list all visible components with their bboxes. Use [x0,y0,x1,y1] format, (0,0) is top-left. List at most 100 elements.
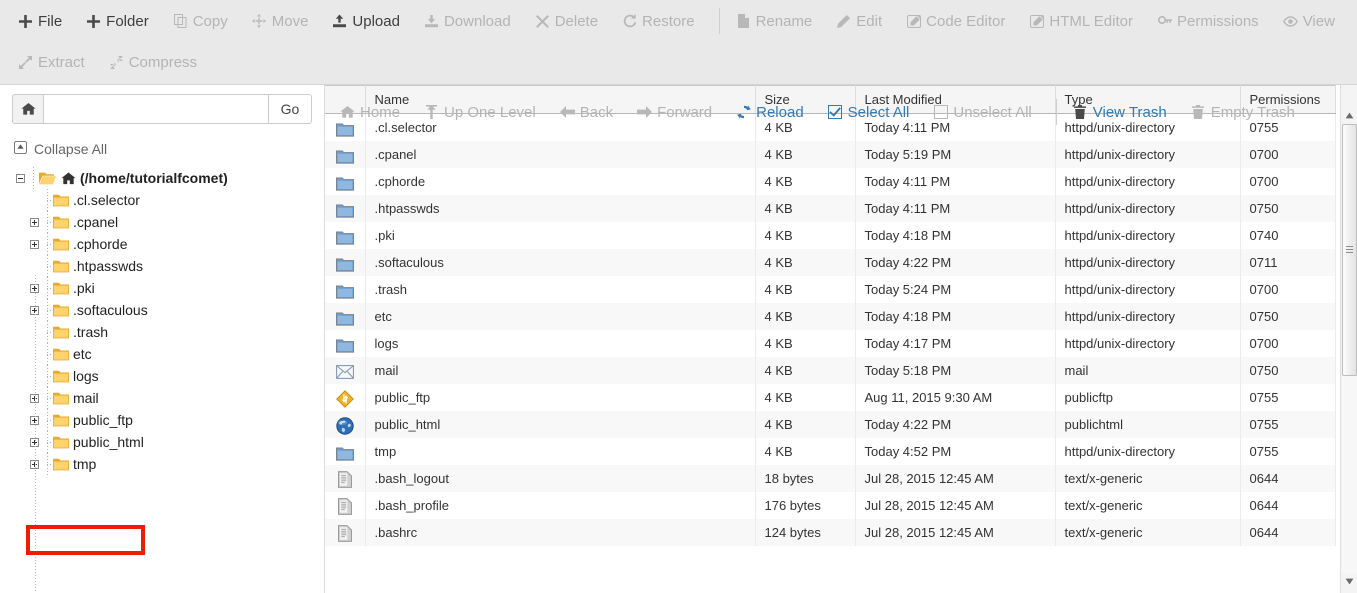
tree-node-hometutorialfcomet[interactable]: (/home/tutorialfcomet) [14,167,324,189]
file-name-cell[interactable]: .cpanel [365,141,755,168]
navbar-button-up-one-level[interactable]: Up One Level [420,102,546,123]
expand-toggle-icon[interactable] [28,238,41,251]
tree-node-label: public_ftp [73,412,133,428]
tree-node-label: .pki [73,280,95,296]
tree-node-pki[interactable]: .pki [14,277,324,299]
expand-toggle-icon[interactable] [28,436,41,449]
tree-node-cphorde[interactable]: .cphorde [14,233,324,255]
file-name-cell[interactable]: .pki [365,222,755,249]
navbar-button-back[interactable]: Back [556,102,623,123]
file-type-cell: mail [1055,357,1240,384]
expand-toggle-icon[interactable] [28,304,41,317]
navbar-button-forward[interactable]: Forward [633,102,722,123]
folder-icon [325,168,365,195]
toolbar-divider [719,8,720,34]
file-type-cell: httpd/unix-directory [1055,276,1240,303]
toolbar-button-label: Compress [129,55,197,70]
file-name-cell[interactable]: logs [365,330,755,357]
file-name-cell[interactable]: mail [365,357,755,384]
file-name-cell[interactable]: etc [365,303,755,330]
checkbox-checked-icon [828,105,843,120]
table-row[interactable]: public_html4 KBToday 4:22 PMpublichtml07… [325,411,1335,438]
tree-node-label: tmp [73,456,96,472]
collapse-all-button[interactable]: Collapse All [0,133,324,167]
tree-node-clselector[interactable]: .cl.selector [14,189,324,211]
file-name-cell[interactable]: public_ftp [365,384,755,411]
file-list-scrollbar[interactable] [1340,85,1357,593]
tree-node-mail[interactable]: mail [14,387,324,409]
expand-toggle-icon[interactable] [28,282,41,295]
collapse-toggle-icon[interactable] [14,172,27,185]
tree-node-tmp[interactable]: tmp [14,453,324,475]
expand-toggle-icon[interactable] [28,392,41,405]
home-icon [340,105,355,120]
tree-node-htpasswds[interactable]: .htpasswds [14,255,324,277]
navigation-bar: Home Up One Level Back Forward Reload Select … [336,92,1315,132]
go-button[interactable]: Go [268,94,312,124]
document-icon [325,465,365,492]
file-type-cell: httpd/unix-directory [1055,249,1240,276]
file-name-cell[interactable]: tmp [365,438,755,465]
tree-node-softaculous[interactable]: .softaculous [14,299,324,321]
file-name-cell[interactable]: public_html [365,411,755,438]
file-type-cell: httpd/unix-directory [1055,168,1240,195]
table-row[interactable]: .htpasswds4 KBToday 4:11 PMhttpd/unix-di… [325,195,1335,222]
toolbar-button-extract: Extract [14,52,95,73]
expand-toggle-icon[interactable] [28,216,41,229]
scrollbar-thumb[interactable] [1342,124,1357,376]
table-row[interactable]: .cphorde4 KBToday 4:11 PMhttpd/unix-dire… [325,168,1335,195]
tree-node-trash[interactable]: .trash [14,321,324,343]
navbar-button-select-all[interactable]: Select All [824,102,920,123]
file-name-cell[interactable]: .htpasswds [365,195,755,222]
download-icon [424,14,439,29]
checkbox-empty-icon [933,105,948,120]
toolbar-button-label: Edit [856,14,882,29]
toolbar-button-permissions: Permissions [1153,11,1269,32]
public-html-highlight-annotation [26,525,145,555]
table-row[interactable]: tmp4 KBToday 4:52 PMhttpd/unix-directory… [325,438,1335,465]
file-name-cell[interactable]: .cphorde [365,168,755,195]
file-modified-cell: Today 4:11 PM [855,195,1055,222]
navbar-button-empty-trash[interactable]: Empty Trash [1187,102,1305,123]
folder-icon [53,304,69,317]
file-modified-cell: Today 4:17 PM [855,330,1055,357]
toolbar-button-file[interactable]: File [14,11,72,32]
navbar-button-unselect-all[interactable]: Unselect All [929,102,1041,123]
navbar-button-home[interactable]: Home [336,102,410,123]
navbar-button-reload[interactable]: Reload [732,102,814,123]
scrollbar-track[interactable] [1342,124,1357,573]
tree-node-logs[interactable]: logs [14,365,324,387]
table-row[interactable]: logs4 KBToday 4:17 PMhttpd/unix-director… [325,330,1335,357]
scroll-down-arrow[interactable] [1341,573,1357,590]
file-permissions-cell: 0755 [1240,438,1335,465]
toolbar-button-folder[interactable]: Folder [82,11,159,32]
table-row[interactable]: .softaculous4 KBToday 4:22 PMhttpd/unix-… [325,249,1335,276]
navbar-button-view-trash[interactable]: View Trash [1069,102,1177,123]
file-name-cell[interactable]: .bash_profile [365,492,755,519]
table-row[interactable]: .bash_profile176 bytesJul 28, 2015 12:45… [325,492,1335,519]
table-row[interactable]: etc4 KBToday 4:18 PMhttpd/unix-directory… [325,303,1335,330]
file-name-cell[interactable]: .softaculous [365,249,755,276]
table-row[interactable]: .trash4 KBToday 5:24 PMhttpd/unix-direct… [325,276,1335,303]
file-name-cell[interactable]: .bashrc [365,519,755,546]
toolbar-button-upload[interactable]: Upload [328,11,410,32]
path-input[interactable] [43,94,268,124]
table-row[interactable]: mail4 KBToday 5:18 PMmail0750 [325,357,1335,384]
home-icon[interactable] [12,94,43,124]
tree-node-etc[interactable]: etc [14,343,324,365]
tree-node-public_ftp[interactable]: public_ftp [14,409,324,431]
table-row[interactable]: .cpanel4 KBToday 5:19 PMhttpd/unix-direc… [325,141,1335,168]
file-name-cell[interactable]: .bash_logout [365,465,755,492]
expand-toggle-icon[interactable] [28,414,41,427]
tree-node-cpanel[interactable]: .cpanel [14,211,324,233]
scroll-up-arrow[interactable] [1341,107,1357,124]
expand-toggle-icon[interactable] [28,458,41,471]
tree-node-public_html[interactable]: public_html [14,431,324,453]
navbar-button-label: Home [360,105,400,120]
table-row[interactable]: .bashrc124 bytesJul 28, 2015 12:45 AMtex… [325,519,1335,546]
file-name-cell[interactable]: .trash [365,276,755,303]
table-row[interactable]: public_ftp4 KBAug 11, 2015 9:30 AMpublic… [325,384,1335,411]
code-editor-icon [906,14,921,29]
table-row[interactable]: .pki4 KBToday 4:18 PMhttpd/unix-director… [325,222,1335,249]
table-row[interactable]: .bash_logout18 bytesJul 28, 2015 12:45 A… [325,465,1335,492]
